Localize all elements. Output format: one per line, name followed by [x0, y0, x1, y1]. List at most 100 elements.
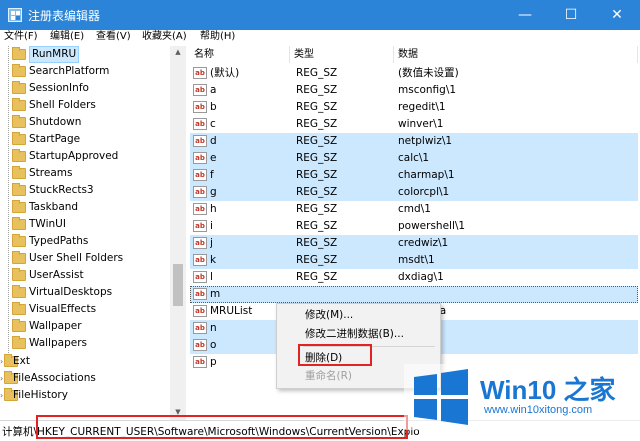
table-row[interactable]: ab (默认) REG_SZ (数值未设置) [190, 65, 638, 82]
menu-favorites[interactable]: 收藏夹(A) [142, 30, 187, 46]
tree-item[interactable]: › FileAssociations [0, 370, 170, 387]
column-header-data[interactable]: 数据 [394, 46, 638, 63]
path-highlight-box [36, 415, 408, 439]
tree-item-label: Shutdown [29, 116, 82, 128]
cell-type: REG_SZ [296, 84, 338, 96]
tree-item-label: FileAssociations [13, 372, 96, 384]
tree-item[interactable]: User Shell Folders [0, 250, 170, 267]
tree-item[interactable]: SessionInfo [0, 80, 170, 97]
registry-tree[interactable]: RunMRU SearchPlatform SessionInfo Shell Fol… [0, 46, 186, 420]
tree-item[interactable]: VirtualDesktops [0, 284, 170, 301]
cell-name: (默认) [210, 67, 240, 79]
tree-item-label: FileHistory [13, 389, 68, 401]
cell-type: REG_SZ [296, 101, 338, 113]
tree-item[interactable]: RunMRU [0, 46, 170, 63]
cell-data: powershell\1 [398, 220, 466, 232]
tree-item[interactable]: UserAssist [0, 267, 170, 284]
cell-data: msdt\1 [398, 254, 435, 266]
folder-icon [12, 234, 26, 247]
string-value-icon: ab [193, 322, 207, 334]
tree-item[interactable]: › Ext [0, 353, 170, 370]
string-value-icon: ab [193, 220, 207, 232]
table-row[interactable]: ab b REG_SZ regedit\1 [190, 99, 638, 116]
ctx-modify[interactable]: 修改(M)... [305, 306, 353, 324]
column-header-type[interactable]: 类型 [290, 46, 394, 63]
cell-data: winver\1 [398, 118, 444, 130]
scroll-thumb[interactable] [173, 264, 183, 306]
menu-help[interactable]: 帮助(H) [200, 30, 235, 46]
expander-icon[interactable]: › [0, 353, 8, 370]
maximize-button[interactable]: ☐ [548, 0, 594, 30]
table-row[interactable]: ab g REG_SZ colorcpl\1 [190, 184, 638, 201]
cell-type: REG_SZ [296, 152, 338, 164]
tree-item-label: TypedPaths [29, 235, 89, 247]
tree-item-label: StartupApproved [29, 150, 119, 162]
delete-highlight-box [298, 344, 372, 366]
cell-type: REG_SZ [296, 203, 338, 215]
table-row[interactable]: ab a REG_SZ msconfig\1 [190, 82, 638, 99]
tree-item-label: VirtualDesktops [29, 286, 113, 298]
string-value-icon: ab [193, 237, 207, 249]
table-row[interactable]: ab j REG_SZ credwiz\1 [190, 235, 638, 252]
cell-type: REG_SZ [296, 135, 338, 147]
tree-item[interactable]: VisualEffects [0, 301, 170, 318]
tree-item[interactable]: TWinUI [0, 216, 170, 233]
string-value-icon: ab [193, 152, 207, 164]
tree-item[interactable]: StuckRects3 [0, 182, 170, 199]
folder-icon [12, 200, 26, 213]
tree-item[interactable]: TypedPaths [0, 233, 170, 250]
table-row[interactable]: ab d REG_SZ netplwiz\1 [190, 133, 638, 150]
close-button[interactable]: ✕ [594, 0, 640, 30]
tree-item-label: User Shell Folders [29, 252, 124, 264]
menu-file[interactable]: 文件(F) [4, 30, 38, 46]
folder-icon [12, 302, 26, 315]
table-row[interactable]: ab h REG_SZ cmd\1 [190, 201, 638, 218]
menu-view[interactable]: 查看(V) [96, 30, 131, 46]
table-row[interactable]: ab c REG_SZ winver\1 [190, 116, 638, 133]
cell-name: m [210, 288, 221, 300]
tree-item-label: SessionInfo [29, 82, 89, 94]
ctx-modify-binary[interactable]: 修改二进制数据(B)... [305, 325, 404, 343]
string-value-icon: ab [193, 101, 207, 113]
tree-item[interactable]: SearchPlatform [0, 63, 170, 80]
table-row[interactable]: ab e REG_SZ calc\1 [190, 150, 638, 167]
table-row[interactable]: ab l REG_SZ dxdiag\1 [190, 269, 638, 286]
scroll-up-icon[interactable]: ▲ [173, 48, 183, 58]
tree-item[interactable]: Shutdown [0, 114, 170, 131]
expander-icon[interactable]: › [0, 387, 8, 404]
table-row[interactable]: ab i REG_SZ powershell\1 [190, 218, 638, 235]
tree-item[interactable]: Shell Folders [0, 97, 170, 114]
tree-item[interactable]: Wallpapers [0, 335, 170, 352]
minimize-button[interactable]: — [502, 0, 548, 30]
table-row[interactable]: ab k REG_SZ msdt\1 [190, 252, 638, 269]
cell-type: REG_SZ [296, 186, 338, 198]
tree-scrollbar[interactable]: ▲ ▼ [170, 46, 186, 420]
menu-edit[interactable]: 编辑(E) [50, 30, 84, 46]
expander-icon[interactable]: › [0, 370, 8, 387]
string-value-icon: ab [193, 305, 207, 317]
title-bar[interactable]: 注册表编辑器 — ☐ ✕ [0, 0, 640, 30]
folder-icon [12, 115, 26, 128]
folder-icon [12, 47, 26, 60]
cell-name: k [210, 254, 217, 266]
cell-name: e [210, 152, 217, 164]
tree-item[interactable]: Wallpaper [0, 318, 170, 335]
cell-name: i [210, 220, 213, 232]
table-row[interactable]: ab f REG_SZ charmap\1 [190, 167, 638, 184]
tree-item[interactable]: StartupApproved [0, 148, 170, 165]
string-value-icon: ab [193, 288, 207, 300]
watermark-url: www.win10xitong.com [484, 404, 593, 416]
tree-item[interactable]: Taskband [0, 199, 170, 216]
column-header-name[interactable]: 名称 [190, 46, 290, 63]
string-value-icon: ab [193, 84, 207, 96]
folder-icon [12, 285, 26, 298]
table-row[interactable]: ab m [190, 286, 638, 303]
folder-icon [12, 183, 26, 196]
cell-name: c [210, 118, 216, 130]
tree-item[interactable]: StartPage [0, 131, 170, 148]
tree-item-label: Streams [29, 167, 73, 179]
tree-item[interactable]: › FileHistory [0, 387, 170, 404]
cell-data: calc\1 [398, 152, 430, 164]
tree-item[interactable]: Streams [0, 165, 170, 182]
cell-name: h [210, 203, 217, 215]
